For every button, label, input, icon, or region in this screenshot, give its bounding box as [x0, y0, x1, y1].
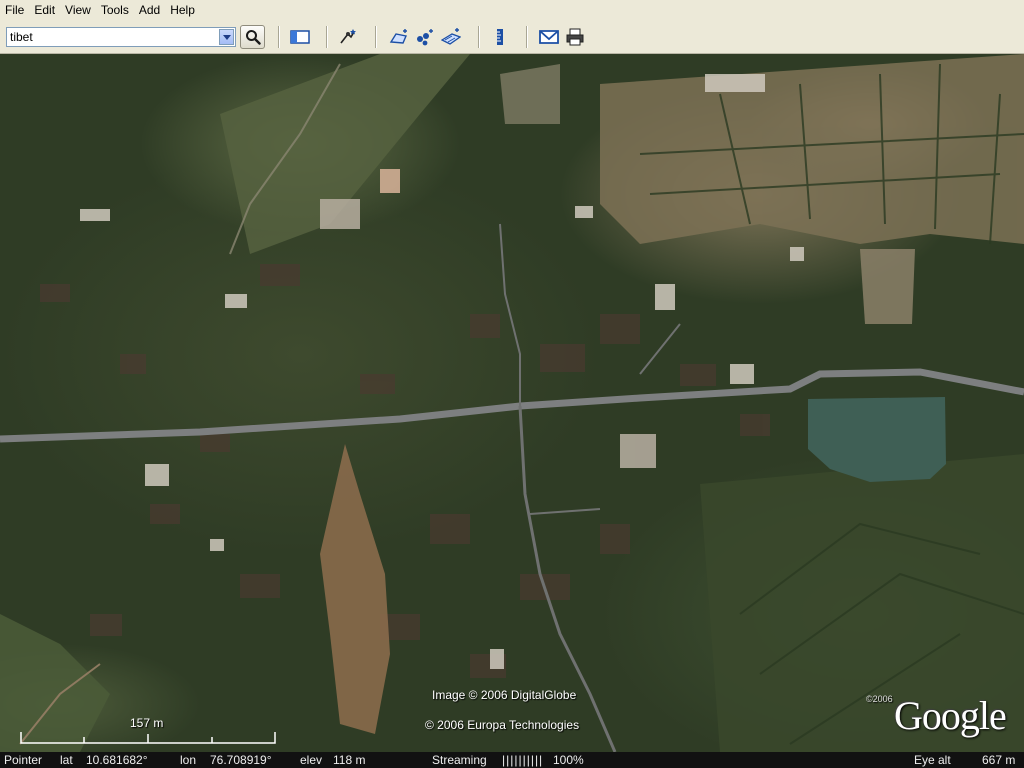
- scale-bar: [20, 732, 276, 744]
- terrain-attribution: © 2006 Europa Technologies: [425, 718, 580, 732]
- lat-value: 10.681682°: [86, 753, 148, 767]
- ruler-button[interactable]: [490, 28, 510, 46]
- add-image-overlay-icon: [441, 28, 461, 45]
- email-button[interactable]: [539, 28, 559, 46]
- toolbar-separator: [278, 26, 280, 48]
- add-polygon-button[interactable]: [389, 28, 409, 46]
- lon-value: 76.708919°: [210, 753, 272, 767]
- search-input[interactable]: [10, 29, 210, 45]
- menu-add[interactable]: Add: [134, 0, 165, 20]
- toolbar-separator: [326, 26, 328, 48]
- search-icon: [245, 30, 261, 45]
- tour-button[interactable]: [338, 28, 358, 46]
- streaming-label: Streaming: [432, 753, 487, 767]
- map-view[interactable]: Image © 2006 DigitalGlobe © 2006 Europa …: [0, 54, 1024, 752]
- elev-value: 118 m: [333, 753, 366, 767]
- tour-icon: [340, 29, 356, 44]
- toolbar-separator: [526, 26, 528, 48]
- search-combobox[interactable]: [6, 27, 236, 47]
- eye-alt-value: 667 m: [982, 753, 1016, 767]
- sidebar-toggle-button[interactable]: [290, 28, 310, 46]
- toolbar-separator: [478, 26, 480, 48]
- menu-edit[interactable]: Edit: [29, 0, 60, 20]
- scale-label: 157 m: [130, 716, 164, 730]
- add-polygon-icon: [389, 29, 407, 44]
- imagery-attribution: Image © 2006 DigitalGlobe: [432, 688, 577, 702]
- menu-file[interactable]: File: [0, 0, 29, 20]
- menu-view[interactable]: View: [60, 0, 96, 20]
- streaming-percent: 100%: [553, 753, 584, 767]
- menu-help[interactable]: Help: [165, 0, 200, 20]
- status-bar: Pointer lat 10.681682° lon 76.708919° el…: [0, 752, 1024, 768]
- sidebar-toggle-icon: [290, 30, 310, 44]
- eye-alt-label: Eye alt: [914, 753, 951, 767]
- menu-tools[interactable]: Tools: [96, 0, 134, 20]
- streaming-progress: ||||||||||: [502, 753, 544, 767]
- toolbar: [0, 20, 1024, 54]
- search-button[interactable]: [240, 25, 265, 49]
- elev-label: elev: [300, 753, 323, 767]
- add-image-overlay-button[interactable]: [441, 28, 461, 46]
- lon-label: lon: [180, 753, 197, 767]
- add-placemark-icon: [417, 29, 433, 46]
- print-icon: [566, 28, 584, 46]
- pointer-label: Pointer: [4, 753, 43, 767]
- ruler-icon: [497, 29, 503, 45]
- google-logo: Google: [894, 693, 1007, 738]
- email-icon: [539, 30, 559, 44]
- menu-bar: File Edit View Tools Add Help: [0, 0, 1024, 20]
- add-placemark-button[interactable]: [415, 28, 435, 46]
- satellite-imagery: [0, 54, 1024, 752]
- print-button[interactable]: [565, 28, 585, 46]
- lat-label: lat: [60, 753, 73, 767]
- toolbar-separator: [375, 26, 377, 48]
- google-logo-year: ©2006: [866, 694, 893, 704]
- chevron-down-icon[interactable]: [219, 29, 234, 45]
